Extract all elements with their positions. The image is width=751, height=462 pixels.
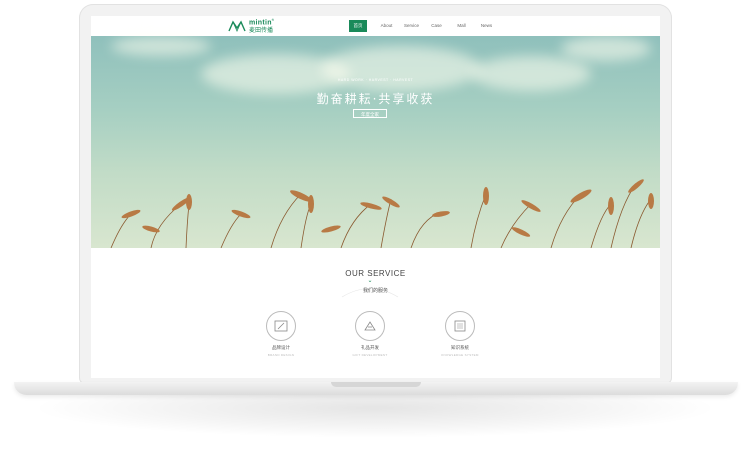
nav-item-case[interactable]: Case bbox=[424, 20, 449, 32]
hero-button[interactable]: 年度全家 bbox=[353, 109, 387, 118]
hero-banner: HARD WORK · HARVEST · HARVEST 勤奋耕耘·共享收获 … bbox=[91, 36, 660, 248]
nav-item-home[interactable]: 首页 bbox=[349, 20, 367, 32]
service-label: 知识系统 bbox=[451, 345, 469, 350]
service-item-brand-design[interactable]: 品牌设计 BRAND DESIGN bbox=[251, 311, 311, 357]
service-item-gift-development[interactable]: 礼品开发 GIFT DEVELOPMENT bbox=[340, 311, 400, 357]
nav-item-service[interactable]: Service bbox=[399, 20, 424, 32]
service-en-label: BRAND DESIGN bbox=[267, 353, 295, 357]
nav-item-about[interactable]: About bbox=[374, 20, 399, 32]
design-icon bbox=[274, 320, 288, 332]
logo-mark-icon bbox=[228, 20, 246, 32]
site-header: mintin® 麦田传播 首页 About Service Case Mall … bbox=[91, 16, 660, 37]
hero-caption: HARD WORK · HARVEST · HARVEST bbox=[337, 78, 414, 82]
cloud bbox=[111, 36, 211, 56]
service-subtitle: 我们的服务 bbox=[362, 288, 388, 294]
logo-text: mintin® 麦田传播 bbox=[249, 17, 274, 34]
chevron-down-icon: ⌄ bbox=[367, 278, 373, 284]
service-icon-circle bbox=[445, 311, 475, 341]
book-icon bbox=[454, 320, 466, 332]
nav-item-news[interactable]: News bbox=[474, 20, 499, 32]
service-icon-circle bbox=[355, 311, 385, 341]
hero-title: 勤奋耕耘·共享收获 bbox=[316, 92, 435, 106]
service-en-label: GIFT DEVELOPMENT bbox=[352, 353, 388, 357]
laptop-screen: mintin® 麦田传播 首页 About Service Case Mall … bbox=[91, 16, 660, 378]
service-item-knowledge-system[interactable]: 知识系统 KNOWLEDGE SYSTEM bbox=[430, 311, 490, 357]
main-nav: 首页 About Service Case Mall News bbox=[349, 20, 499, 32]
logo-cn: 麦田传播 bbox=[249, 27, 274, 34]
nav-item-mall[interactable]: Mall bbox=[449, 20, 474, 32]
cloud bbox=[321, 46, 481, 91]
cloud bbox=[471, 56, 591, 91]
site-logo[interactable]: mintin® 麦田传播 bbox=[228, 18, 274, 34]
cloud bbox=[561, 36, 651, 61]
service-title: OUR SERVICE bbox=[345, 269, 406, 278]
service-label: 礼品开发 bbox=[361, 345, 379, 350]
logo-en: mintin® bbox=[249, 18, 275, 27]
gift-icon bbox=[364, 321, 376, 331]
wheat-field-image bbox=[110, 179, 654, 248]
service-section: OUR SERVICE ⌄ 我们的服务 品牌设计 BRAND DESIGN 礼品… bbox=[91, 248, 660, 378]
service-en-label: KNOWLEDGE SYSTEM bbox=[441, 353, 479, 357]
service-icon-circle bbox=[266, 311, 296, 341]
service-label: 品牌设计 bbox=[272, 345, 290, 350]
laptop-notch bbox=[331, 382, 421, 387]
